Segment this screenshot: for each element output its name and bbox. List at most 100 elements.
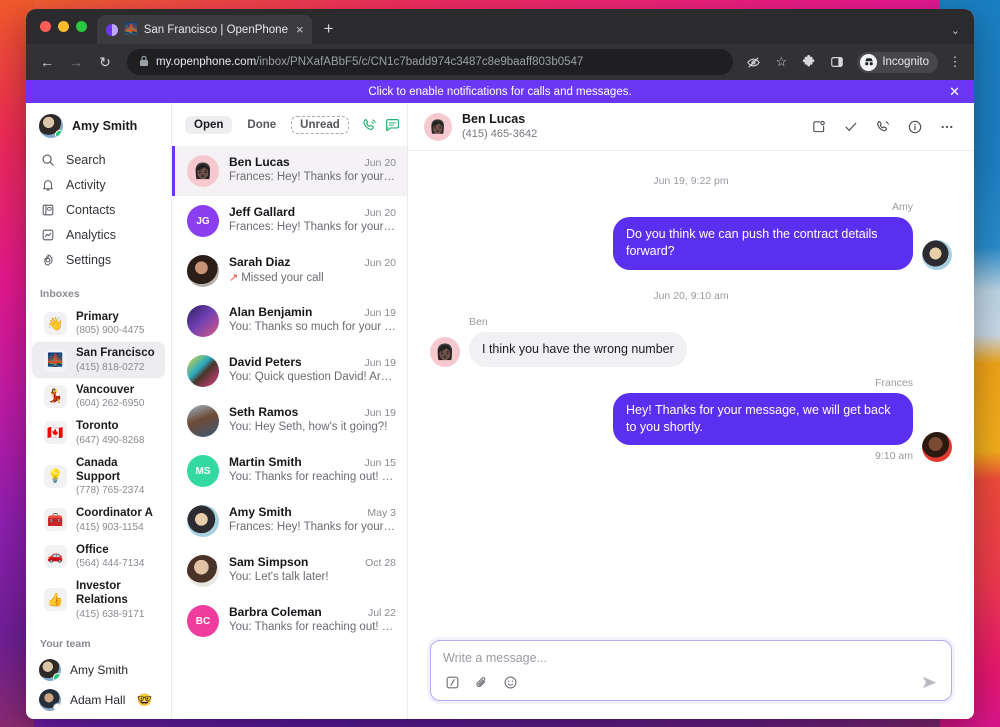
inbox-emoji-icon: 🧰 (44, 508, 67, 531)
snippet-icon[interactable] (443, 674, 461, 692)
inbox-emoji-icon: 👍 (44, 588, 67, 611)
minimize-window-button[interactable] (58, 21, 69, 32)
team-member[interactable]: Amy Smith (26, 655, 171, 685)
attachment-icon[interactable] (472, 674, 490, 692)
inbox-item[interactable]: 👍Investor Relations(415) 638-9171 (32, 575, 165, 625)
openphone-logo-icon (106, 24, 118, 36)
message-bubble: Do you think we can push the contract de… (613, 217, 913, 270)
phone-call-icon[interactable] (361, 114, 378, 136)
info-icon[interactable] (902, 114, 928, 140)
snooze-icon[interactable] (806, 114, 832, 140)
inbox-item[interactable]: 🇨🇦Toronto(647) 490-8268 (32, 415, 165, 450)
new-tab-button[interactable]: + (312, 19, 344, 44)
tab-unread[interactable]: Unread (291, 116, 349, 134)
new-message-icon[interactable] (384, 114, 401, 136)
conversation-list-item[interactable]: 👩🏿Ben LucasJun 20Frances: Hey! Thanks fo… (172, 146, 407, 196)
call-icon[interactable] (870, 114, 896, 140)
message-list: Jun 19, 9:22 pmAmyDo you think we can pu… (408, 151, 974, 630)
conversation-date: Jun 19 (364, 307, 396, 319)
bookmark-star-icon[interactable]: ☆ (770, 51, 792, 73)
conversation-date: Jun 20 (364, 207, 396, 219)
inbox-name: Vancouver (76, 383, 144, 397)
inbox-item[interactable]: 👋Primary(805) 900-4475 (32, 306, 165, 341)
address-bar[interactable]: my.openphone.com/inbox/PNXafABbF5/c/CN1c… (127, 49, 733, 75)
inbox-item[interactable]: 🌉San Francisco(415) 818-0272 (32, 342, 165, 377)
sidebar-item-analytics[interactable]: Analytics (26, 222, 171, 247)
side-panel-icon[interactable] (826, 51, 848, 73)
inbox-item[interactable]: 🚗Office(564) 444-7134 (32, 539, 165, 574)
emoji-icon[interactable] (501, 674, 519, 692)
conversation-list-item[interactable]: Alan Benjamin Jun 19 You: Thanks so much f… (172, 296, 407, 346)
message-timestamp: 9:10 am (875, 450, 913, 462)
conversation-date: Oct 28 (365, 557, 396, 569)
profile-incognito-button[interactable]: Incognito (857, 52, 938, 73)
conversation-name: David Peters (229, 355, 302, 369)
mark-done-icon[interactable] (838, 114, 864, 140)
inbox-number: (647) 490-8268 (76, 434, 144, 447)
sidebar-item-label: Contacts (66, 203, 115, 217)
notification-banner[interactable]: Click to enable notifications for calls … (26, 80, 974, 103)
window-controls[interactable] (36, 9, 97, 44)
avatar (39, 114, 63, 138)
conversation-list-item[interactable]: Sarah DiazJun 20↗Missed your call (172, 246, 407, 296)
tab-open[interactable]: Open (185, 116, 232, 134)
conversation-preview: You: Let's talk later! (229, 571, 396, 583)
tab-done[interactable]: Done (238, 116, 285, 134)
avatar (922, 432, 952, 462)
message-input[interactable]: Write a message... (443, 651, 939, 665)
team-member[interactable]: Adeel Qayum (26, 715, 171, 719)
extensions-puzzle-icon[interactable] (798, 51, 820, 73)
more-icon[interactable] (934, 114, 960, 140)
message: FrancesHey! Thanks for your message, we … (430, 377, 952, 467)
left-sidebar: Amy Smith Search Activity Contacts (26, 103, 172, 719)
profile-label: Incognito (882, 56, 929, 68)
current-user[interactable]: Amy Smith (26, 103, 171, 147)
message-composer[interactable]: Write a message... (430, 640, 952, 701)
conversation-preview: Frances: Hey! Thanks for your m… (229, 221, 396, 233)
close-window-button[interactable] (40, 21, 51, 32)
maximize-window-button[interactable] (76, 21, 87, 32)
inbox-emoji-icon: 🚗 (44, 545, 67, 568)
conversation-list-item[interactable]: Seth RamosJun 19You: Hey Seth, how's it … (172, 396, 407, 446)
inbox-item[interactable]: 💡Canada Support(778) 765-2374 (32, 452, 165, 502)
close-banner-icon[interactable]: ✕ (949, 84, 960, 100)
conversation-list-item[interactable]: Sam SimpsonOct 28You: Let's talk later! (172, 546, 407, 596)
browser-menu-icon[interactable]: ⋮ (944, 51, 966, 73)
reload-button[interactable]: ↻ (92, 49, 118, 75)
conversation-preview: Frances: Hey! Thanks for your m… (229, 171, 396, 183)
sidebar-item-activity[interactable]: Activity (26, 172, 171, 197)
eye-off-icon[interactable] (742, 51, 764, 73)
conversation-list-item[interactable]: JGJeff GallardJun 20Frances: Hey! Thanks… (172, 196, 407, 246)
inbox-number: (778) 765-2374 (76, 484, 155, 497)
thread-actions (806, 114, 960, 140)
sidebar-item-search[interactable]: Search (26, 147, 171, 172)
inbox-name: Coordinator A (76, 506, 153, 520)
conversation-list-item[interactable]: David PetersJun 19You: Quick question Da… (172, 346, 407, 396)
conversation-name: Alan Benjamin (229, 305, 312, 319)
team-member[interactable]: Adam Hall🤓 (26, 685, 171, 715)
chevron-down-icon[interactable]: ⌄ (951, 24, 960, 37)
conversation-preview: You: Thanks so much for your m… (229, 321, 396, 333)
conversation-list-item[interactable]: BCBarbra ColemanJul 22You: Thanks for re… (172, 596, 407, 646)
inbox-item[interactable]: 💃Vancouver(604) 262-6950 (32, 379, 165, 414)
forward-button[interactable]: → (63, 49, 89, 75)
inbox-number: (805) 900-4475 (76, 324, 144, 337)
composer-toolbar (443, 673, 939, 692)
conversation-date: Jun 15 (364, 457, 396, 469)
conversation-preview: You: Hey Seth, how's it going?! (229, 421, 396, 433)
back-button[interactable]: ← (34, 49, 60, 75)
inbox-name: Office (76, 543, 144, 557)
close-tab-icon[interactable]: × (296, 22, 304, 37)
browser-tab[interactable]: 🌉 San Francisco | OpenPhone × (97, 15, 312, 44)
send-button[interactable] (920, 673, 939, 692)
conversation-list-item[interactable]: Amy SmithMay 3Frances: Hey! Thanks for y… (172, 496, 407, 546)
conversation-list-item[interactable]: MSMartin SmithJun 15You: Thanks for reac… (172, 446, 407, 496)
sidebar-item-settings[interactable]: Settings (26, 247, 171, 272)
message-sender: Amy (892, 201, 913, 213)
browser-window: 🌉 San Francisco | OpenPhone × + ⌄ ← → ↻ … (26, 9, 974, 719)
avatar[interactable]: 👩🏿 (424, 113, 452, 141)
inbox-item[interactable]: 🧰Coordinator A(415) 903-1154 (32, 502, 165, 537)
conversation-preview: ↗Missed your call (229, 271, 396, 284)
sidebar-item-contacts[interactable]: Contacts (26, 197, 171, 222)
sidebar-item-label: Activity (66, 178, 106, 192)
